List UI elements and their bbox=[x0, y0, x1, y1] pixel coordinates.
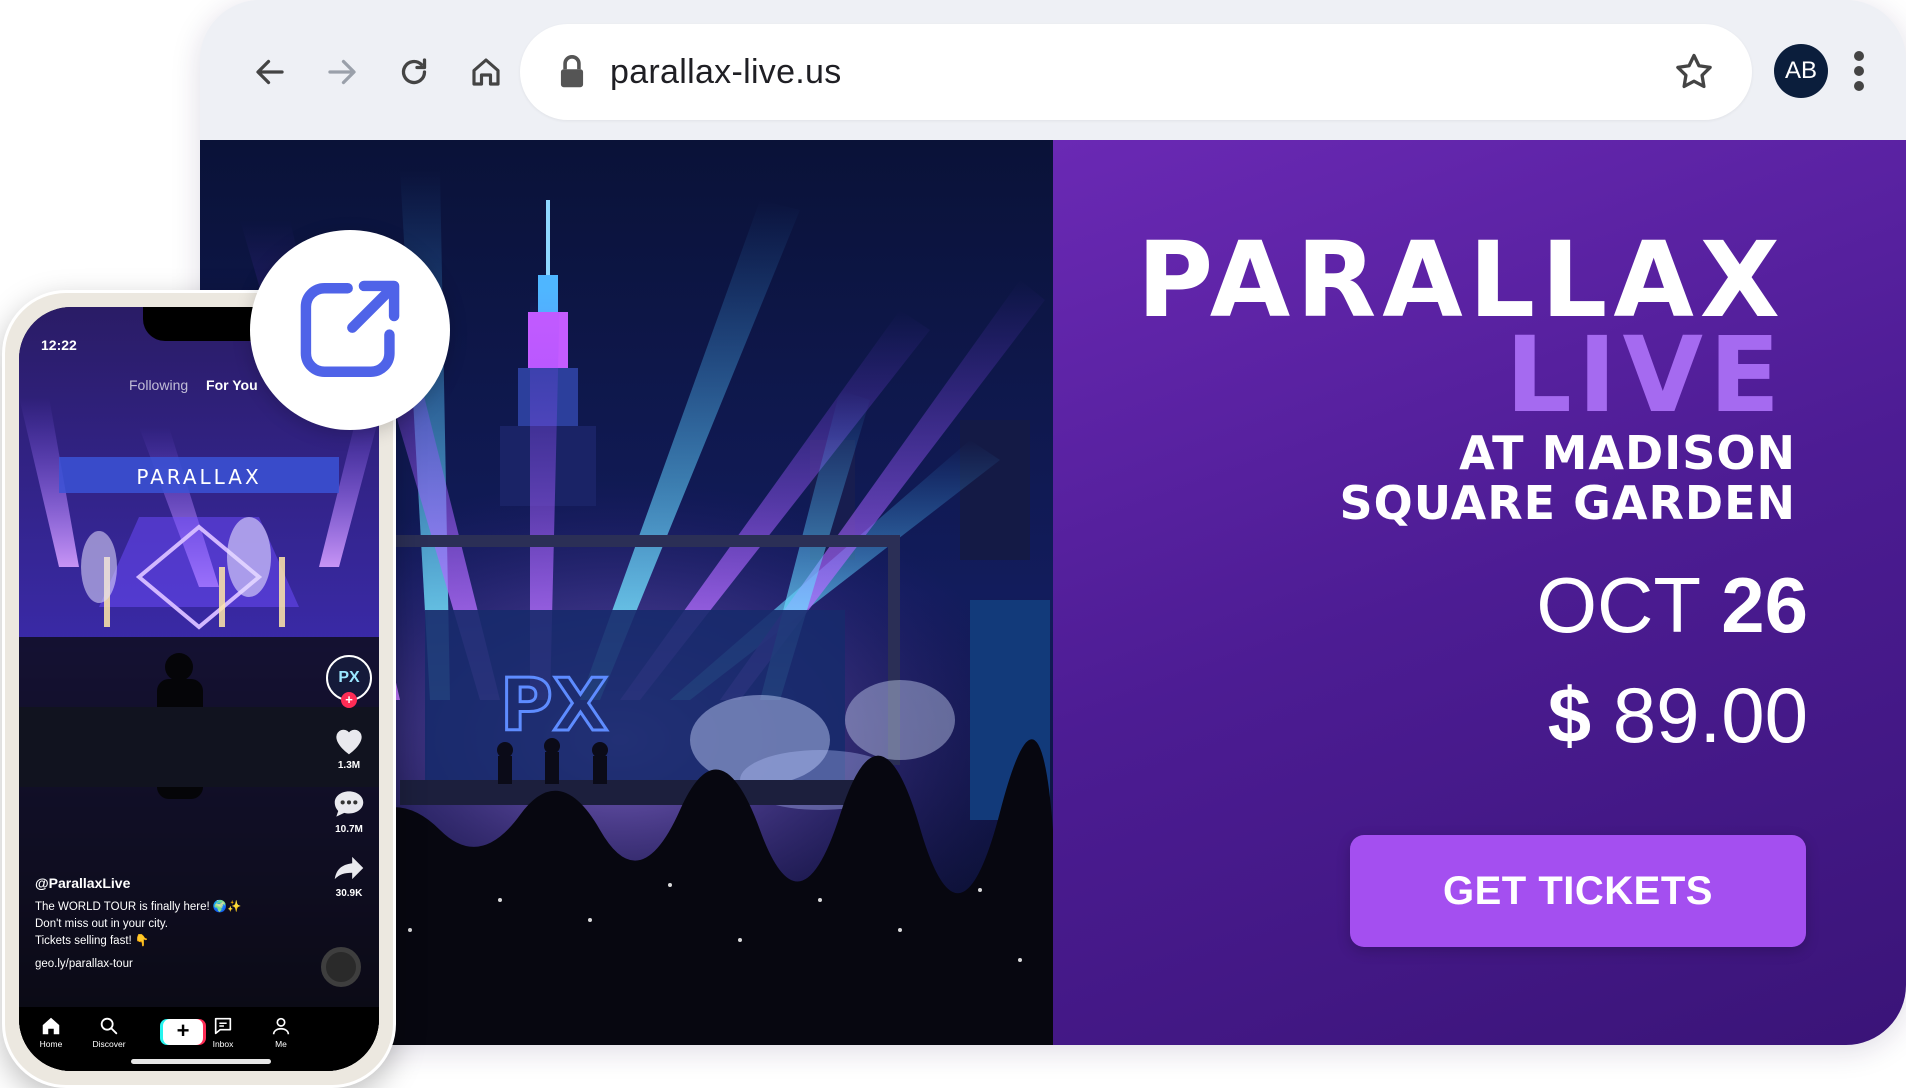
caption-line: The WORLD TOUR is finally here! 🌍✨ bbox=[35, 901, 242, 913]
music-disc-icon[interactable] bbox=[321, 947, 361, 987]
share-button[interactable]: 30.9K bbox=[325, 849, 373, 899]
heart-icon bbox=[336, 729, 362, 755]
reload-icon bbox=[401, 58, 427, 85]
forward-button[interactable] bbox=[314, 44, 370, 100]
video-banner-text: PARALLAX bbox=[136, 465, 261, 489]
event-promo-panel: PARALLAX LIVE AT MADISON SQUARE GARDEN O… bbox=[1053, 140, 1906, 1045]
venue-text: AT MADISON SQUARE GARDEN bbox=[1339, 428, 1796, 528]
venue-line-2: SQUARE GARDEN bbox=[1339, 476, 1796, 530]
inbox-icon bbox=[214, 1017, 232, 1035]
share-arrow-icon bbox=[334, 856, 364, 880]
more-menu-icon[interactable] bbox=[1846, 46, 1872, 96]
price-currency: $ bbox=[1547, 671, 1592, 759]
forward-arrow-icon bbox=[328, 59, 356, 85]
url-text[interactable]: parallax-live.us bbox=[610, 48, 842, 96]
comment-button[interactable]: 10.7M bbox=[325, 785, 373, 835]
tab-following[interactable]: Following bbox=[129, 377, 188, 393]
tab-for-you[interactable]: For You bbox=[206, 377, 258, 393]
profile-icon bbox=[272, 1017, 290, 1035]
home-indicator bbox=[131, 1059, 271, 1064]
search-icon bbox=[100, 1017, 118, 1035]
comment-count: 10.7M bbox=[335, 824, 363, 835]
date-day: 26 bbox=[1721, 561, 1808, 649]
creator-avatar[interactable]: PX + bbox=[326, 655, 372, 708]
home-button[interactable] bbox=[458, 44, 514, 100]
follow-plus-icon[interactable]: + bbox=[341, 692, 357, 708]
reload-button[interactable] bbox=[386, 44, 442, 100]
date-month: OCT bbox=[1536, 561, 1700, 649]
nav-discover-label: Discover bbox=[92, 1039, 126, 1049]
ticket-price: $ 89.00 bbox=[1548, 670, 1808, 760]
nav-discover[interactable]: Discover bbox=[79, 1015, 139, 1049]
caption-link[interactable]: geo.ly/parallax-tour bbox=[35, 958, 295, 970]
share-count: 30.9K bbox=[335, 888, 363, 899]
nav-me[interactable]: Me bbox=[251, 1015, 311, 1049]
home-icon bbox=[472, 58, 500, 86]
nav-home[interactable]: Home bbox=[21, 1015, 81, 1049]
action-rail: PX + 1.3M 10.7M 30.9K bbox=[325, 655, 373, 913]
nav-inbox-label: Inbox bbox=[212, 1039, 234, 1049]
bookmark-star-icon[interactable] bbox=[1672, 50, 1716, 94]
price-amount: 89.00 bbox=[1612, 671, 1808, 759]
profile-avatar[interactable]: AB bbox=[1774, 44, 1828, 98]
nav-inbox[interactable]: Inbox bbox=[193, 1015, 253, 1049]
lock-icon bbox=[560, 54, 584, 88]
back-button[interactable] bbox=[242, 44, 298, 100]
feed-tabs: Following For You bbox=[129, 377, 258, 393]
event-subtitle: LIVE bbox=[1505, 314, 1786, 436]
video-caption: @ParallaxLive The WORLD TOUR is finally … bbox=[35, 875, 295, 970]
venue-line-1: AT MADISON bbox=[1459, 426, 1796, 480]
event-date: OCT 26 bbox=[1536, 560, 1808, 650]
get-tickets-button[interactable]: GET TICKETS bbox=[1350, 835, 1806, 947]
home-icon bbox=[42, 1017, 60, 1035]
caption-line: Tickets selling fast! 👇 bbox=[35, 935, 150, 947]
comment-icon bbox=[334, 791, 364, 817]
share-badge[interactable] bbox=[250, 230, 450, 430]
creator-handle[interactable]: @ParallaxLive bbox=[35, 875, 295, 891]
share-external-icon bbox=[300, 280, 400, 377]
caption-line: Don't miss out in your city. bbox=[35, 918, 168, 930]
back-arrow-icon bbox=[256, 59, 284, 85]
like-button[interactable]: 1.3M bbox=[325, 721, 373, 771]
nav-home-label: Home bbox=[39, 1039, 63, 1049]
status-time: 12:22 bbox=[41, 337, 77, 353]
like-count: 1.3M bbox=[337, 760, 361, 771]
nav-me-label: Me bbox=[275, 1039, 287, 1049]
webpage-content: PX PARALLAX LIVE AT MADISON SQUARE GARDE… bbox=[200, 140, 1906, 1045]
browser-window: parallax-live.us AB PX PARALLAX LIVE AT … bbox=[200, 0, 1906, 1045]
stage-screen-logo: PX bbox=[500, 663, 608, 747]
creator-avatar-text: PX bbox=[338, 669, 360, 686]
address-bar[interactable]: parallax-live.us bbox=[520, 24, 1752, 120]
browser-toolbar: parallax-live.us AB bbox=[200, 0, 1906, 140]
